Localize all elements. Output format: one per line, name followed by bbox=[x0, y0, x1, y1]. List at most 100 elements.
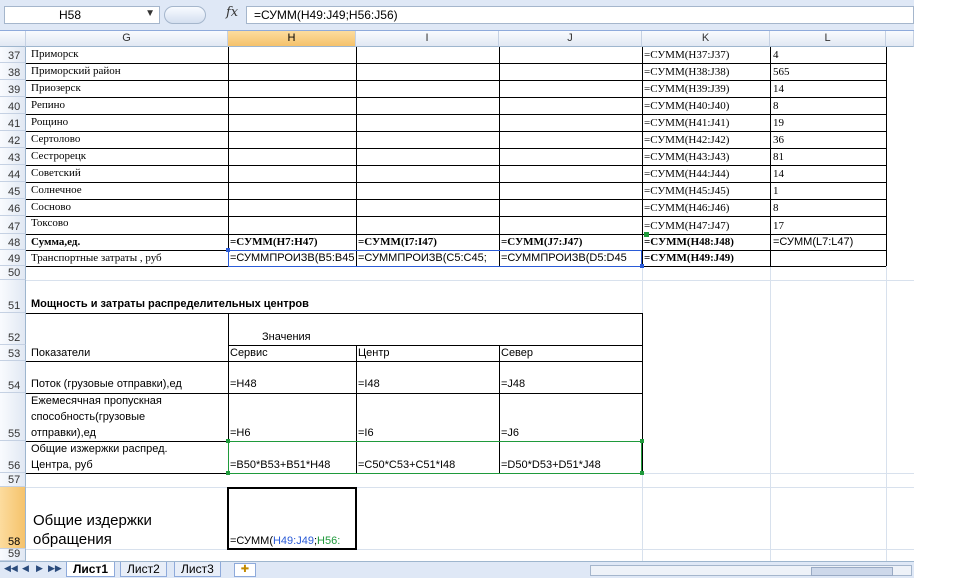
cell-k48[interactable]: =СУММ(H48:J48) bbox=[644, 236, 768, 248]
cell-i48[interactable]: =СУММ(I7:I47) bbox=[358, 236, 497, 248]
cell-k39[interactable]: =СУММ(H39:J39) bbox=[644, 83, 729, 95]
cell-h48[interactable]: =СУММ(H7:H47) bbox=[230, 236, 354, 248]
cell-h52[interactable]: Значения bbox=[262, 331, 311, 343]
formula-cancel-button[interactable] bbox=[164, 6, 206, 24]
row-header[interactable]: 44 bbox=[0, 165, 26, 182]
cell-l46[interactable]: 8 bbox=[773, 202, 779, 214]
row-header[interactable]: 47 bbox=[0, 216, 26, 234]
range-handle[interactable] bbox=[226, 248, 230, 252]
row-header[interactable]: 55 bbox=[0, 393, 26, 441]
cell-g47[interactable]: Токсово bbox=[31, 217, 68, 229]
column-header-l[interactable]: L bbox=[770, 31, 886, 47]
horizontal-scrollbar[interactable] bbox=[590, 565, 912, 576]
row-header-selected[interactable]: 58 bbox=[0, 487, 26, 549]
cell-l39[interactable]: 14 bbox=[773, 83, 784, 95]
cell-l44[interactable]: 14 bbox=[773, 168, 784, 180]
cell-g41[interactable]: Рощино bbox=[31, 116, 68, 128]
cell-l42[interactable]: 36 bbox=[773, 134, 784, 146]
cell-k43[interactable]: =СУММ(H43:J43) bbox=[644, 151, 729, 163]
row-header[interactable]: 45 bbox=[0, 182, 26, 199]
cell-g48[interactable]: Сумма,ед. bbox=[31, 236, 80, 248]
cell-h54[interactable]: =H48 bbox=[230, 378, 257, 390]
cell-k44[interactable]: =СУММ(H44:J44) bbox=[644, 168, 729, 180]
cell-g49[interactable]: Транспортные затраты , руб bbox=[31, 252, 162, 264]
row-header[interactable]: 54 bbox=[0, 361, 26, 393]
tab-list3[interactable]: Лист3 bbox=[174, 562, 221, 577]
fx-icon[interactable]: fx bbox=[226, 5, 238, 20]
chevron-down-icon[interactable]: ▼ bbox=[145, 8, 155, 19]
column-header-h[interactable]: H bbox=[228, 31, 356, 47]
range-handle[interactable] bbox=[640, 471, 644, 475]
range-handle[interactable] bbox=[226, 471, 230, 475]
row-header[interactable]: 43 bbox=[0, 148, 26, 165]
cell-k42[interactable]: =СУММ(H42:J42) bbox=[644, 134, 729, 146]
row-header[interactable]: 37 bbox=[0, 47, 26, 63]
row-header[interactable]: 39 bbox=[0, 80, 26, 97]
cell-g46[interactable]: Сосново bbox=[31, 201, 71, 213]
cell-g40[interactable]: Репино bbox=[31, 99, 65, 111]
column-header-k[interactable]: K bbox=[642, 31, 770, 47]
cell-k38[interactable]: =СУММ(H38:J38) bbox=[644, 66, 729, 78]
cell-l40[interactable]: 8 bbox=[773, 100, 779, 112]
column-header-next[interactable] bbox=[886, 31, 914, 47]
row-header[interactable]: 53 bbox=[0, 345, 26, 361]
cell-g53[interactable]: Показатели bbox=[31, 347, 90, 359]
cell-l47[interactable]: 17 bbox=[773, 220, 784, 232]
cell-k46[interactable]: =СУММ(H46:J46) bbox=[644, 202, 729, 214]
name-box[interactable]: H58 ▼ bbox=[4, 6, 160, 24]
column-header-i[interactable]: I bbox=[356, 31, 499, 47]
active-cell-selection[interactable] bbox=[227, 487, 357, 550]
cell-i53[interactable]: Центр bbox=[358, 347, 390, 359]
row-header[interactable]: 50 bbox=[0, 266, 26, 280]
cell-k41[interactable]: =СУММ(H41:J41) bbox=[644, 117, 729, 129]
next-sheet-icon[interactable]: ▶ bbox=[36, 563, 43, 574]
row-header[interactable]: 49 bbox=[0, 250, 26, 266]
cell-l41[interactable]: 19 bbox=[773, 117, 784, 129]
prev-sheet-icon[interactable]: ◀ bbox=[22, 563, 29, 574]
tab-list2[interactable]: Лист2 bbox=[120, 562, 167, 577]
row-header[interactable]: 40 bbox=[0, 97, 26, 114]
cell-h55[interactable]: =H6 bbox=[230, 427, 251, 439]
insert-sheet-icon[interactable]: ✚ bbox=[234, 563, 256, 577]
column-header-g[interactable]: G bbox=[26, 31, 228, 47]
cell-l48[interactable]: =СУММ(L7:L47) bbox=[773, 236, 884, 248]
cell-k47[interactable]: =СУММ(H47:J47) bbox=[644, 220, 729, 232]
row-header[interactable]: 41 bbox=[0, 114, 26, 131]
row-header[interactable]: 57 bbox=[0, 473, 26, 487]
cell-h53[interactable]: Сервис bbox=[230, 347, 268, 359]
cell-k45[interactable]: =СУММ(H45:J45) bbox=[644, 185, 729, 197]
cell-k49[interactable]: =СУММ(H49:J49) bbox=[644, 252, 768, 264]
tab-list1[interactable]: Лист1 bbox=[66, 562, 116, 577]
range-handle[interactable] bbox=[640, 264, 644, 268]
last-sheet-icon[interactable]: ▶▶ bbox=[48, 563, 62, 574]
cell-k40[interactable]: =СУММ(H40:J40) bbox=[644, 100, 729, 112]
row-header[interactable]: 46 bbox=[0, 199, 26, 216]
cell-g58-line1[interactable]: Общие издержки bbox=[33, 512, 152, 529]
cell-l43[interactable]: 81 bbox=[773, 151, 784, 163]
first-sheet-icon[interactable]: ◀◀ bbox=[4, 563, 18, 574]
cell-i55[interactable]: =I6 bbox=[358, 427, 374, 439]
cell-l38[interactable]: 565 bbox=[773, 66, 790, 78]
cell-g55-line1[interactable]: Ежемесячная пропускная bbox=[31, 395, 162, 407]
row-header[interactable]: 59 bbox=[0, 548, 26, 561]
row-header[interactable]: 38 bbox=[0, 63, 26, 80]
row-header[interactable]: 48 bbox=[0, 234, 26, 250]
cell-g56-line1[interactable]: Общие изжержки распред. bbox=[31, 443, 168, 455]
cell-g51-section-title[interactable]: Мощность и затраты распределительных цен… bbox=[31, 298, 309, 310]
cell-j48[interactable]: =СУММ(J7:J47) bbox=[501, 236, 640, 248]
cell-g44[interactable]: Советский bbox=[31, 167, 81, 179]
cell-g45[interactable]: Солнечное bbox=[31, 184, 82, 196]
cell-i54[interactable]: =I48 bbox=[358, 378, 380, 390]
error-indicator[interactable] bbox=[644, 232, 649, 237]
cell-g43[interactable]: Сестрорецк bbox=[31, 150, 86, 162]
select-all-corner[interactable] bbox=[0, 31, 26, 47]
row-header[interactable]: 52 bbox=[0, 313, 26, 345]
cell-g42[interactable]: Сертолово bbox=[31, 133, 80, 145]
row-header[interactable]: 42 bbox=[0, 131, 26, 148]
cell-l45[interactable]: 1 bbox=[773, 185, 779, 197]
range-handle[interactable] bbox=[640, 439, 644, 443]
cell-j53[interactable]: Север bbox=[501, 347, 533, 359]
row-header[interactable]: 51 bbox=[0, 280, 26, 313]
cell-g37[interactable]: Приморск bbox=[31, 48, 79, 60]
row-header[interactable]: 56 bbox=[0, 441, 26, 473]
